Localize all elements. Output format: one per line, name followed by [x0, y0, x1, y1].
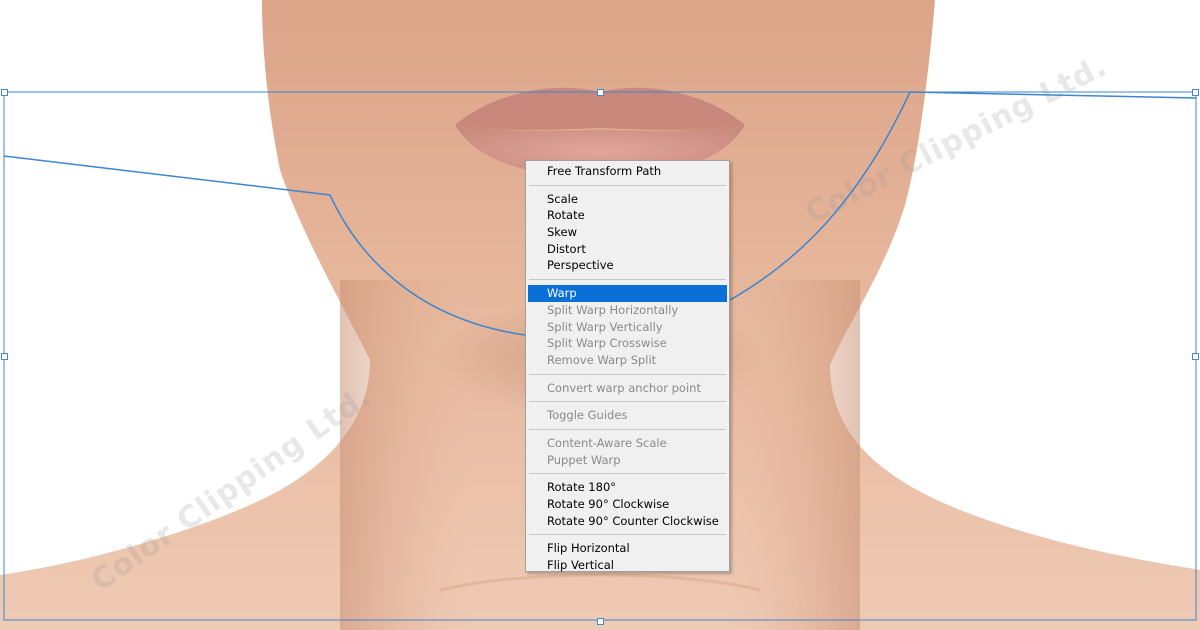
menu-item-warp[interactable]: Warp	[528, 285, 727, 302]
menu-item-rotate-180[interactable]: Rotate 180°	[528, 479, 727, 496]
transform-handle-top-left[interactable]	[1, 89, 8, 96]
warp-path-curve[interactable]	[329, 194, 526, 336]
menu-item-split-warp-vertically: Split Warp Vertically	[547, 319, 663, 334]
menu-item-content-aware-scale: Content-Aware Scale	[547, 435, 667, 450]
warp-path-curve[interactable]	[729, 91, 911, 301]
path-line-left	[3, 155, 331, 196]
transform-handle-middle-right[interactable]	[1192, 353, 1199, 360]
menu-separator	[529, 279, 726, 281]
menu-separator	[529, 184, 726, 186]
transform-handle-top-center[interactable]	[597, 89, 604, 96]
context-menu: Free Transform Path Scale Rotate Skew Distor…	[525, 160, 730, 572]
menu-item-convert-warp-anchor-point: Convert warp anchor point	[547, 380, 701, 395]
menu-item-rotate-90-counter-clockwise[interactable]: Rotate 90° Counter Clockwise	[528, 513, 727, 530]
menu-item-split-warp-horizontally: Split Warp Horizontally	[547, 302, 679, 317]
menu-item-skew[interactable]: Skew	[528, 224, 727, 241]
menu-item-puppet-warp: Puppet Warp	[547, 452, 621, 467]
transform-handle-bottom-center[interactable]	[597, 618, 604, 625]
menu-item-scale[interactable]: Scale	[528, 191, 727, 208]
transform-handle-middle-left[interactable]	[1, 353, 8, 360]
menu-separator	[529, 473, 726, 475]
menu-separator	[529, 401, 726, 403]
canvas-area[interactable]: Color Clipping Ltd. Color Clipping Ltd. …	[0, 0, 1200, 630]
menu-separator	[529, 534, 726, 536]
transform-handle-top-right[interactable]	[1192, 89, 1199, 96]
menu-item-split-warp-crosswise: Split Warp Crosswise	[547, 336, 667, 351]
menu-separator	[529, 428, 726, 430]
menu-item-rotate-90-clockwise[interactable]: Rotate 90° Clockwise	[528, 496, 727, 513]
path-line-right	[909, 91, 1197, 99]
menu-item-flip-horizontal[interactable]: Flip Horizontal	[528, 540, 727, 557]
menu-item-rotate[interactable]: Rotate	[528, 207, 727, 224]
menu-separator	[529, 373, 726, 375]
menu-item-perspective[interactable]: Perspective	[528, 257, 727, 274]
menu-item-remove-warp-split: Remove Warp Split	[547, 352, 657, 367]
menu-item-distort[interactable]: Distort	[528, 241, 727, 258]
menu-item-flip-vertical[interactable]: Flip Vertical	[528, 557, 727, 574]
menu-item-toggle-guides: Toggle Guides	[547, 408, 628, 423]
menu-item-free-transform-path[interactable]: Free Transform Path	[528, 163, 727, 180]
